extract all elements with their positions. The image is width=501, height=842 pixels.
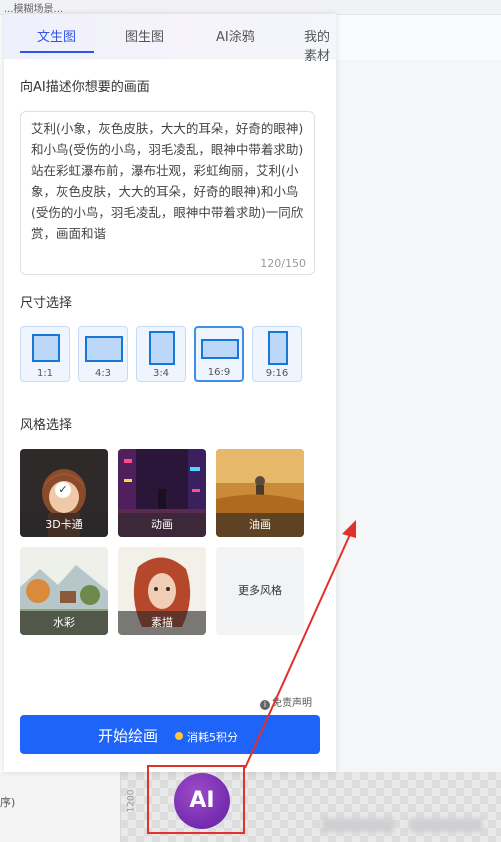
annotation-arrow bbox=[244, 520, 356, 769]
